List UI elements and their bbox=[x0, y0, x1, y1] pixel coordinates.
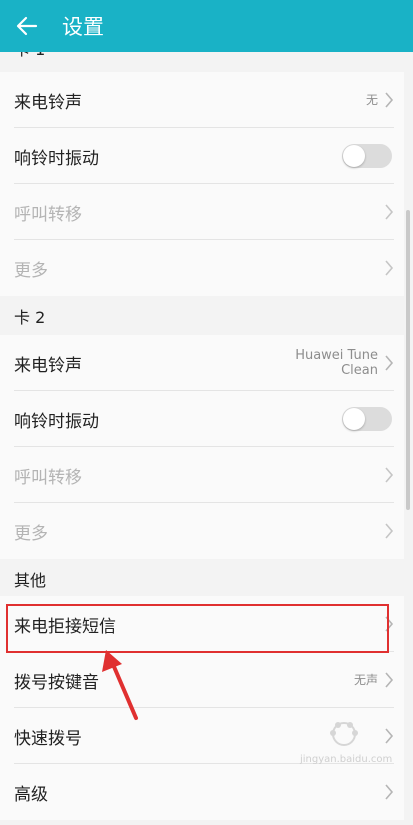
row-value-line2: Clean bbox=[341, 363, 378, 378]
advanced-row[interactable]: 高级 bbox=[0, 764, 404, 820]
chevron-right-icon bbox=[384, 91, 394, 109]
row-label: 来电铃声 bbox=[14, 92, 82, 113]
more-card2: 更多 bbox=[0, 503, 404, 559]
highlight-box bbox=[6, 604, 389, 653]
settings-list[interactable]: 卡 1 来电铃声 无 响铃时振动 呼叫转移 更多 卡 2 来电铃声 Huawei… bbox=[0, 52, 413, 825]
back-button[interactable] bbox=[0, 0, 54, 52]
chevron-right-icon bbox=[384, 783, 394, 801]
row-label: 来电铃声 bbox=[14, 355, 82, 376]
toggle-knob bbox=[343, 408, 365, 430]
more-card1: 更多 bbox=[0, 240, 404, 296]
chevron-right-icon bbox=[384, 522, 394, 540]
vibrate-toggle-card1[interactable] bbox=[342, 144, 392, 168]
scrollbar[interactable] bbox=[406, 210, 410, 510]
row-label: 呼叫转移 bbox=[14, 204, 82, 225]
call-forwarding-card2: 呼叫转移 bbox=[0, 447, 404, 503]
chevron-right-icon bbox=[384, 203, 394, 221]
chevron-right-icon bbox=[384, 671, 394, 689]
row-label: 呼叫转移 bbox=[14, 467, 82, 488]
baidu-jingyan-logo-icon bbox=[330, 722, 358, 746]
annotation-arrow-icon bbox=[102, 650, 138, 720]
row-value: 无 bbox=[365, 93, 378, 107]
ringtone-card2[interactable]: 来电铃声 Huawei Tune Clean bbox=[0, 335, 404, 391]
dialpad-tone-row[interactable]: 拨号按键音 无声 bbox=[0, 652, 404, 708]
section-header-card2: 卡 2 bbox=[0, 296, 404, 340]
watermark: jingyan.baidu.com bbox=[292, 716, 404, 768]
section-header-card1: 卡 1 bbox=[0, 52, 404, 72]
row-label: 高级 bbox=[14, 784, 48, 805]
row-label: 拨号按键音 bbox=[14, 672, 99, 693]
vibrate-card2[interactable]: 响铃时振动 bbox=[0, 391, 404, 447]
app-bar: 设置 bbox=[0, 0, 413, 52]
row-value: 无声 bbox=[353, 673, 378, 687]
chevron-right-icon bbox=[384, 354, 394, 372]
chevron-right-icon bbox=[384, 259, 394, 277]
page-title: 设置 bbox=[62, 15, 104, 39]
row-label: 更多 bbox=[14, 260, 48, 281]
toggle-knob bbox=[343, 145, 365, 167]
row-value-line1: Huawei Tune bbox=[295, 348, 378, 363]
call-forwarding-card1: 呼叫转移 bbox=[0, 184, 404, 240]
ringtone-card1[interactable]: 来电铃声 无 bbox=[0, 72, 404, 128]
row-label: 更多 bbox=[14, 523, 48, 544]
row-label: 响铃时振动 bbox=[14, 411, 99, 432]
vibrate-card1[interactable]: 响铃时振动 bbox=[0, 128, 404, 184]
vibrate-toggle-card2[interactable] bbox=[342, 407, 392, 431]
ringtone-value: Huawei Tune Clean bbox=[295, 348, 378, 378]
watermark-url: jingyan.baidu.com bbox=[300, 754, 393, 765]
arrow-left-icon bbox=[16, 16, 38, 36]
chevron-right-icon bbox=[384, 466, 394, 484]
row-label: 响铃时振动 bbox=[14, 148, 99, 169]
